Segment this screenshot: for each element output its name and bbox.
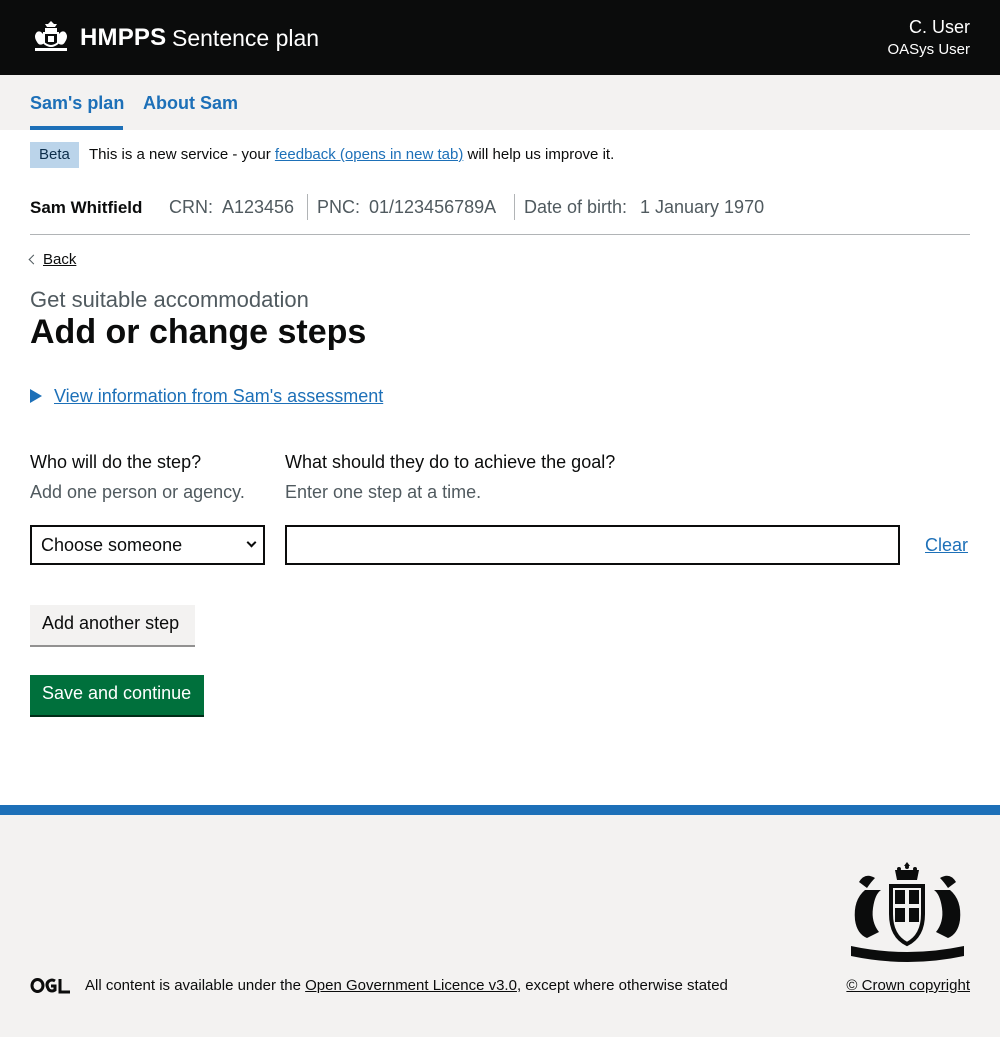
who-label: Who will do the step? — [30, 452, 202, 472]
who-select[interactable]: Choose someone — [30, 525, 265, 565]
sub-navigation: Sam's plan About Sam — [0, 75, 1000, 130]
tab-about-sam[interactable]: About Sam — [143, 93, 238, 114]
assessment-details-summary[interactable]: View information from Sam's assessment — [54, 386, 383, 406]
clear-link[interactable]: Clear — [925, 535, 968, 556]
person-details-bar: Sam Whitfield CRN: A123456 PNC: 01/12345… — [30, 194, 970, 235]
licence-text: All content is available under the Open … — [85, 977, 728, 994]
brand-name[interactable]: HMPPS — [80, 24, 166, 52]
back-link[interactable]: Back — [43, 251, 76, 268]
person-name: Sam Whitfield — [30, 198, 143, 217]
who-select-value: Choose someone — [41, 535, 183, 555]
licence-text-before: All content is available under the — [85, 977, 306, 994]
phase-banner-text: This is a new service - your feedback (o… — [89, 146, 614, 163]
crown-copyright-link[interactable]: © Crown copyright — [846, 977, 970, 994]
pnc-label: PNC: — [317, 197, 361, 217]
what-label: What should they do to achieve the goal? — [285, 452, 616, 472]
site-header: HMPPS Sentence plan C. User OASys User — [0, 0, 1000, 75]
save-and-continue-button[interactable]: Save and continue — [30, 675, 204, 715]
back-link-container: Back — [28, 251, 76, 268]
royal-coat-of-arms-icon — [851, 862, 964, 962]
divider — [514, 194, 515, 220]
active-tab-indicator — [30, 126, 123, 130]
crn-value: A123456 — [222, 197, 295, 217]
assessment-details-toggle[interactable]: View information from Sam's assessment — [30, 386, 383, 407]
phase-banner-text-after: will help us improve it. — [463, 146, 615, 163]
page-title: Add or change steps — [30, 313, 367, 351]
licence-link[interactable]: Open Government Licence v3.0 — [305, 977, 517, 994]
divider — [307, 194, 308, 220]
ogl-logo-icon — [30, 978, 70, 994]
crn-label: CRN: — [169, 197, 213, 217]
site-footer: All content is available under the Open … — [0, 805, 1000, 1037]
what-hint: Enter one step at a time. — [285, 482, 482, 502]
chevron-left-icon — [28, 254, 39, 265]
royal-crest-icon — [35, 21, 67, 51]
feedback-link[interactable]: feedback (opens in new tab) — [275, 146, 463, 163]
who-hint: Add one person or agency. — [30, 482, 245, 502]
licence-text-after: , except where otherwise stated — [516, 977, 728, 994]
goal-caption: Get suitable accommodation — [30, 287, 309, 312]
step-description-input[interactable] — [285, 525, 900, 565]
user-name: C. User — [908, 17, 970, 37]
dob-value: 1 January 1970 — [640, 197, 765, 217]
add-another-step-button[interactable]: Add another step — [30, 605, 195, 645]
user-role: OASys User — [887, 41, 970, 58]
pnc-value: 01/123456789A — [369, 197, 497, 217]
chevron-down-icon — [246, 537, 257, 548]
dob-label: Date of birth: — [524, 197, 628, 217]
tab-sams-plan[interactable]: Sam's plan — [30, 93, 124, 114]
crown-copyright: © Crown copyright — [846, 977, 970, 994]
beta-tag: Beta — [30, 142, 79, 168]
service-name[interactable]: Sentence plan — [172, 25, 319, 52]
phase-banner-text-before: This is a new service - your — [89, 146, 275, 163]
triangle-right-icon — [30, 389, 42, 403]
